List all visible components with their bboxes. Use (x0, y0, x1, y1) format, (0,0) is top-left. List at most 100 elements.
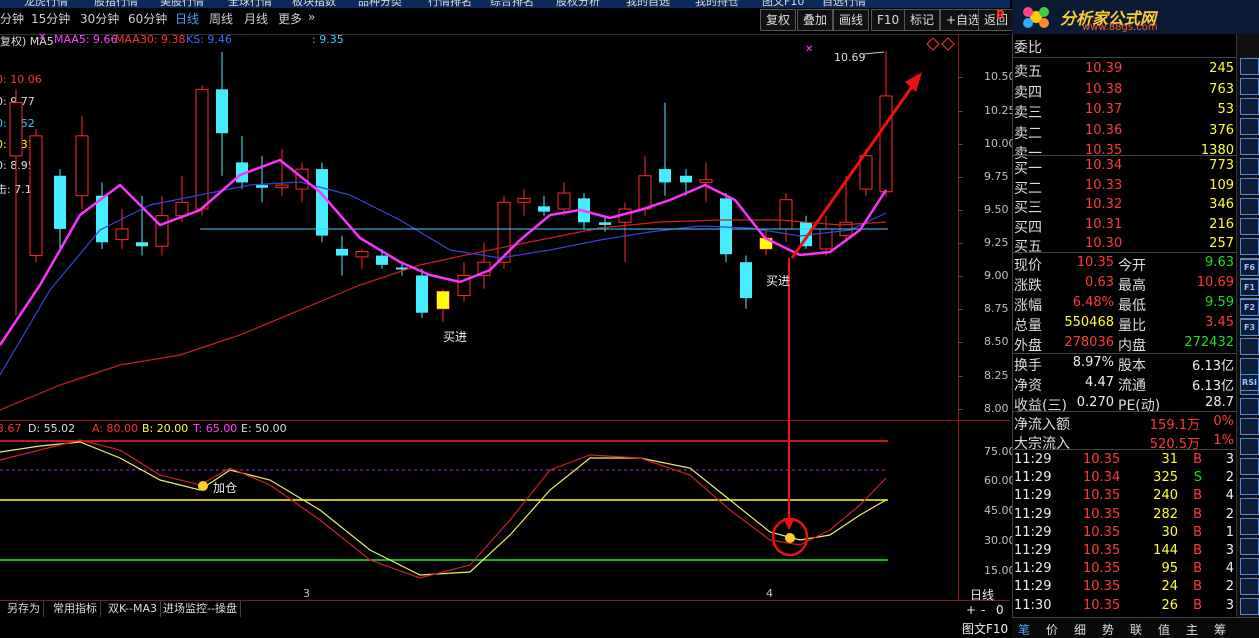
price-tick-mark (958, 177, 963, 178)
side-indicator-icon[interactable]: F6 (1240, 259, 1259, 276)
top-menu-item[interactable]: 股权分析 (556, 0, 600, 9)
side-tool-icon[interactable] (1240, 338, 1259, 355)
top-menu-item[interactable]: 我的持仓 (695, 0, 739, 9)
side-tool-icon[interactable] (1240, 478, 1259, 495)
buy-label-1: 买进 (443, 330, 468, 344)
quote-row: 11:29 10.35 240 B 4 (1013, 486, 1236, 506)
stat-label: 涨跌 (1014, 278, 1042, 294)
side-tool-icon[interactable] (1240, 158, 1259, 175)
side-tool-icon[interactable] (1240, 98, 1259, 115)
side-tool-icon[interactable] (1240, 118, 1259, 135)
quote-row: 11:29 10.34 325 S 2 (1013, 468, 1236, 488)
side-tool-icon[interactable] (1240, 538, 1259, 555)
trade-time: 11:29 (1014, 470, 1052, 486)
formula-tab[interactable]: 常用指标 (50, 601, 101, 617)
side-tool-icon[interactable] (1240, 358, 1259, 375)
side-tool-icon[interactable] (1240, 138, 1259, 155)
stat-value: 6.48% (1072, 295, 1114, 310)
candle-body (316, 169, 328, 236)
side-tool-icon[interactable] (1240, 438, 1259, 455)
zoom-reset-button[interactable]: 0 (996, 603, 1004, 617)
panel-tab[interactable]: 联 (1130, 621, 1142, 638)
top-menu-item[interactable]: 板块指数 (292, 0, 336, 9)
top-menu-item[interactable]: 全球行情 (228, 0, 272, 9)
top-menu-item[interactable]: 品种分类 (358, 0, 402, 9)
side-tool-icon[interactable] (1240, 418, 1259, 435)
side-indicator-icon[interactable]: F3 (1240, 319, 1259, 336)
formula-tab[interactable]: 另存为 (4, 601, 44, 617)
price-tick-mark (958, 276, 963, 277)
panel-tab[interactable]: 值 (1158, 621, 1170, 638)
panel-tab[interactable]: 势 (1102, 621, 1114, 638)
diamond-icon (941, 37, 955, 51)
buy-price: 10.33 (1085, 177, 1123, 193)
side-tool-icon[interactable] (1240, 578, 1259, 595)
side-tool-icon[interactable] (1240, 198, 1259, 215)
buy-volume: 216 (1209, 216, 1234, 232)
top-menu-item[interactable]: 我的自选 (626, 0, 670, 9)
side-toolbar: RSI F1 F2 F3 F6 (1236, 34, 1259, 617)
panel-tab[interactable]: 主 (1186, 621, 1198, 638)
candle-body (740, 262, 752, 299)
top-menu-item[interactable]: 自选行情 (822, 0, 866, 9)
stat-value: 0.63 (1085, 275, 1114, 290)
side-tool-icon[interactable] (1240, 558, 1259, 575)
quote-row: 涨幅 6.48% 最低 9.59 (1013, 293, 1236, 314)
side-tool-icon[interactable] (1240, 518, 1259, 535)
formula-tab[interactable]: 双K--MA3 (105, 601, 162, 617)
zoom-in-button[interactable]: + (966, 603, 976, 617)
sell-volume: 53 (1217, 102, 1234, 117)
side-tool-icon[interactable] (1240, 178, 1259, 195)
top-menu-item[interactable]: 股指行情 (94, 0, 138, 9)
side-tool-icon[interactable] (1240, 238, 1259, 255)
candle-body (136, 242, 148, 247)
side-indicator-icon[interactable]: RSI (1240, 374, 1259, 391)
side-tool-icon[interactable] (1240, 398, 1259, 415)
side-tool-icon[interactable] (1240, 78, 1259, 95)
side-tool-icon[interactable] (1240, 598, 1259, 615)
indicator-legend-item: 3.67 (0, 422, 22, 435)
trade-volume: 30 (1161, 524, 1178, 540)
side-tool-icon[interactable] (1240, 218, 1259, 235)
candle-body (376, 255, 388, 265)
side-indicator-icon[interactable]: F1 (1240, 279, 1259, 296)
price-tick-mark (958, 77, 963, 78)
price-tick-mark (958, 342, 963, 343)
price-tick-mark (958, 144, 963, 145)
price-tick: 9.25 (984, 236, 1009, 249)
panel-tab[interactable]: 细 (1074, 621, 1086, 638)
trade-count: 4 (1225, 561, 1234, 577)
stat-label: 换手 (1014, 358, 1042, 374)
top-menu-item[interactable]: 行情排名 (428, 0, 472, 9)
price-tick: 8.75 (984, 302, 1009, 315)
candle-body (699, 179, 713, 183)
top-menu-item[interactable]: 综合排名 (490, 0, 534, 9)
formula-tab[interactable]: 进场监控--操盘 (160, 601, 241, 617)
kline-chart[interactable]: ✕ ✕ (0, 0, 1010, 617)
f10-button[interactable]: 图文F10 (962, 620, 1008, 637)
quote-row: 11:29 10.35 282 B 2 (1013, 505, 1236, 525)
stat-label: 现价 (1014, 258, 1042, 274)
top-menu-item[interactable]: 美股行情 (160, 0, 204, 9)
top-menu-item[interactable]: 图文F10 (762, 0, 804, 9)
sell-volume: 245 (1209, 61, 1234, 76)
logo-url: www.88gs.com (1082, 22, 1158, 33)
quote-row: 现价 10.35 今开 9.63 (1013, 253, 1236, 274)
trade-volume: 144 (1153, 543, 1178, 558)
side-tool-icon[interactable] (1240, 498, 1259, 515)
zoom-out-button[interactable]: - (981, 603, 985, 617)
diamond-icon (926, 37, 940, 51)
panel-tab[interactable]: 笔 (1018, 621, 1030, 638)
trade-side: B (1193, 543, 1202, 558)
panel-tab[interactable]: 价 (1046, 621, 1058, 638)
side-indicator-icon[interactable]: F2 (1240, 299, 1259, 316)
candle-body (599, 222, 611, 225)
candle-body (779, 199, 793, 230)
panel-tab[interactable]: 筹 (1214, 621, 1226, 638)
side-tool-icon[interactable] (1240, 58, 1259, 75)
price-tick-mark (958, 243, 963, 244)
trade-count: 2 (1225, 470, 1234, 486)
side-tool-icon[interactable] (1240, 458, 1259, 475)
stat-label: 最低 (1118, 298, 1146, 314)
top-menu-item[interactable]: 龙虎行情 (24, 0, 68, 9)
